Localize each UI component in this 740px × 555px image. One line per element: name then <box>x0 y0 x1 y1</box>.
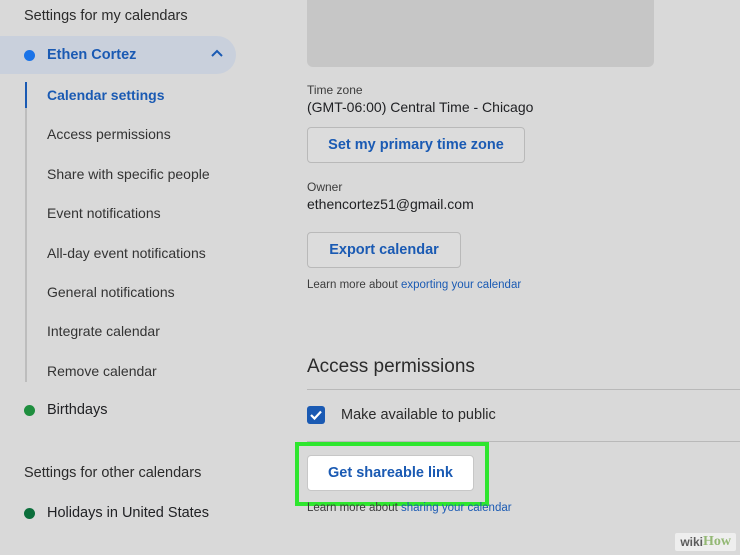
share-learn-more: Learn more about sharing your calendar <box>307 502 512 514</box>
calendar-color-dot <box>24 49 35 61</box>
chevron-up-icon[interactable] <box>210 47 224 61</box>
wikihow-watermark: wiki How <box>675 533 736 551</box>
subnav-track <box>25 82 27 382</box>
public-checkbox-label: Make available to public <box>341 407 496 423</box>
calendar-item-holidays[interactable]: Holidays in United States <box>0 494 209 532</box>
calendar-color-dot <box>24 404 35 416</box>
calendar-settings-main: Time zone (GMT-06:00) Central Time - Chi… <box>270 0 740 555</box>
subnav-all-day-event-notifications[interactable]: All-day event notifications <box>47 245 206 261</box>
set-primary-time-zone-button[interactable]: Set my primary time zone <box>307 127 525 163</box>
subnav-active-indicator <box>25 82 27 108</box>
calendar-item-birthdays[interactable]: Birthdays <box>0 391 107 429</box>
watermark-part2: How <box>703 534 731 549</box>
embed-preview-area <box>307 0 654 67</box>
sharing-calendar-link[interactable]: sharing your calendar <box>401 502 512 514</box>
calendar-color-dot <box>24 507 35 519</box>
calendar-name: Birthdays <box>47 402 108 418</box>
learn-more-text: Learn more about <box>307 279 401 291</box>
exporting-calendar-link[interactable]: exporting your calendar <box>401 279 521 291</box>
calendar-name: Holidays in United States <box>47 505 209 521</box>
subnav-calendar-settings[interactable]: Calendar settings <box>47 87 164 103</box>
time-zone-value: (GMT-06:00) Central Time - Chicago <box>307 99 534 115</box>
watermark-part1: wiki <box>680 535 703 549</box>
export-calendar-button[interactable]: Export calendar <box>307 232 461 268</box>
subnav-integrate-calendar[interactable]: Integrate calendar <box>47 323 160 339</box>
learn-more-text: Learn more about <box>307 502 401 514</box>
calendar-item-ethen-cortez[interactable]: Ethen Cortez <box>0 36 236 74</box>
subnav-access-permissions[interactable]: Access permissions <box>47 126 171 142</box>
divider <box>307 389 740 390</box>
time-zone-label: Time zone <box>307 83 363 97</box>
subnav-remove-calendar[interactable]: Remove calendar <box>47 363 157 379</box>
calendar-name: Ethen Cortez <box>47 47 137 63</box>
owner-email: ethencortez51@gmail.com <box>307 196 474 212</box>
other-calendars-section-title: Settings for other calendars <box>24 465 202 481</box>
access-permissions-heading: Access permissions <box>307 356 475 377</box>
public-checkbox[interactable] <box>307 406 325 424</box>
subnav-event-notifications[interactable]: Event notifications <box>47 205 161 221</box>
highlight-annotation <box>295 442 489 506</box>
my-calendars-section-title: Settings for my calendars <box>24 8 188 24</box>
checkmark-icon <box>310 410 322 421</box>
owner-label: Owner <box>307 180 343 194</box>
subnav-share-with-specific-people[interactable]: Share with specific people <box>47 166 210 182</box>
settings-sidebar: Settings for my calendars Ethen Cortez C… <box>0 0 270 555</box>
subnav-general-notifications[interactable]: General notifications <box>47 284 175 300</box>
export-learn-more: Learn more about exporting your calendar <box>307 279 521 291</box>
